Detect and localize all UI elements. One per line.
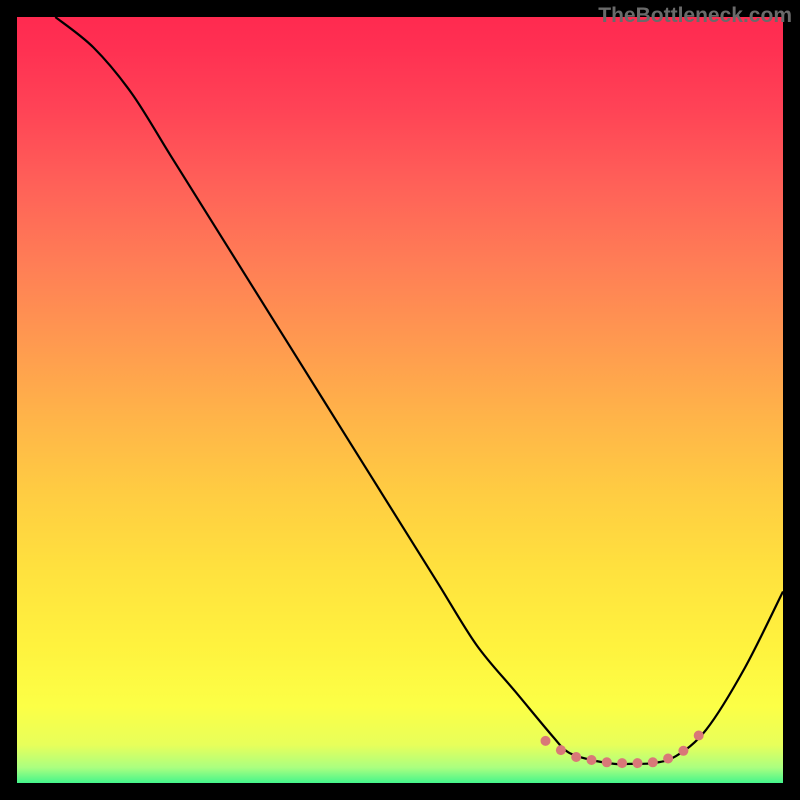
highlight-dot: [602, 757, 612, 767]
highlight-dot: [694, 731, 704, 741]
chart-svg: [17, 17, 783, 783]
highlight-dot: [617, 758, 627, 768]
highlight-dot: [541, 736, 551, 746]
plot-area: [17, 17, 783, 783]
bottleneck-curve: [55, 17, 783, 764]
highlight-dot: [648, 757, 658, 767]
watermark-text: TheBottleneck.com: [598, 4, 792, 28]
highlight-dot: [571, 752, 581, 762]
highlight-dot: [633, 758, 643, 768]
highlight-dot: [678, 746, 688, 756]
highlight-dot: [663, 754, 673, 764]
highlight-dots: [541, 731, 704, 769]
highlight-dot: [556, 745, 566, 755]
highlight-dot: [587, 755, 597, 765]
